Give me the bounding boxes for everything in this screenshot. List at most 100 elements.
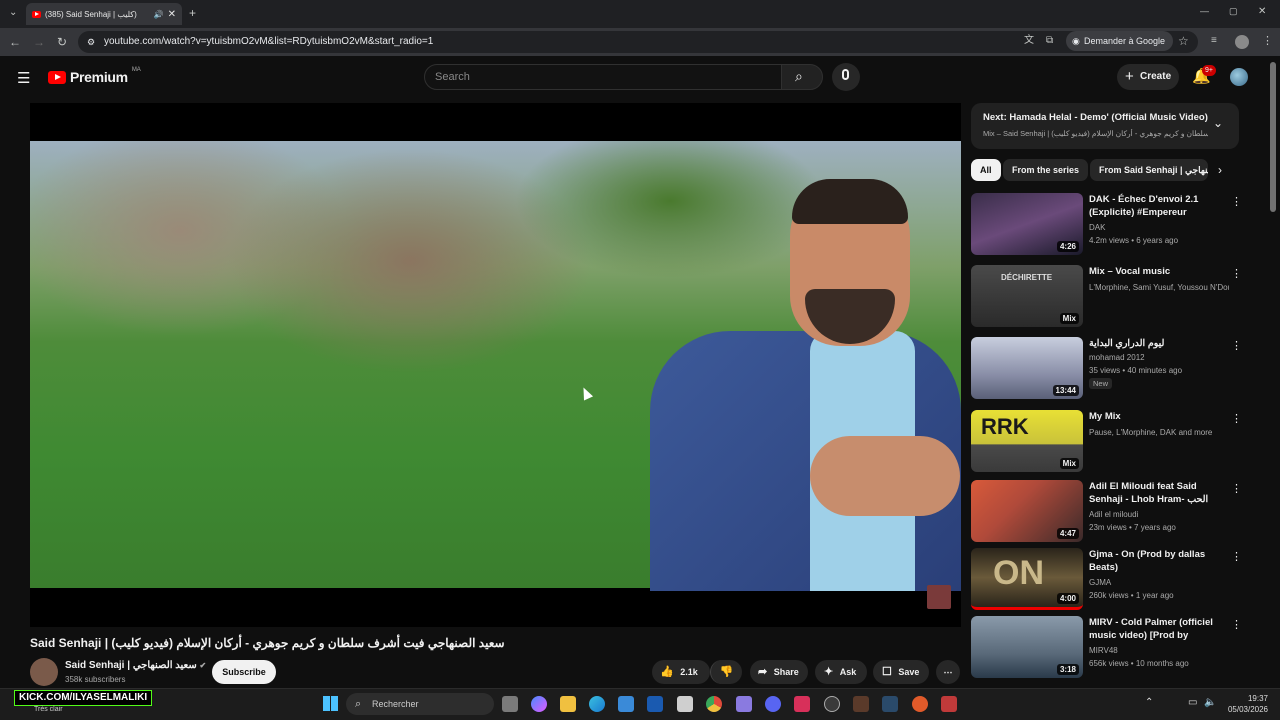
list-item[interactable]: 4:47 Adil El Miloudi feat Said Senhaji -… xyxy=(971,480,1242,542)
browser-menu-icon[interactable]: ⋮ xyxy=(1262,36,1273,47)
video-title[interactable]: Gjma - On (Prod by dallas Beats) xyxy=(1089,548,1227,574)
up-next-panel[interactable]: Next: Hamada Helal - Demo' (Official Mus… xyxy=(971,103,1239,149)
channel-name[interactable]: Adil el miloudi xyxy=(1089,510,1229,519)
obs-icon[interactable] xyxy=(824,696,840,712)
tab-active[interactable]: (385) Said Senhaji | كليب) 🔊 ✕ xyxy=(26,3,182,25)
list-item[interactable]: DÉCHIRETTE Mix Mix – Vocal music L'Morph… xyxy=(971,265,1242,327)
system-tray-chevron-icon[interactable]: ⌃ xyxy=(1145,697,1153,708)
reading-list-icon[interactable]: ≡ xyxy=(1211,36,1217,46)
forward-icon[interactable]: → xyxy=(33,36,45,48)
video-title[interactable]: Mix – Vocal music xyxy=(1089,265,1227,278)
chip-all[interactable]: All xyxy=(971,159,1001,181)
network-icon[interactable]: ▭ xyxy=(1188,697,1197,708)
list-item[interactable]: RRK Mix My Mix Pause, L'Morphine, DAK an… xyxy=(971,410,1242,472)
more-vertical-icon[interactable]: ⋮ xyxy=(1231,195,1242,208)
video-title[interactable]: DAK - Échec D'envoi 2.1 (Explicite) #Emp… xyxy=(1089,193,1227,219)
close-tab-icon[interactable]: ✕ xyxy=(168,9,176,20)
more-vertical-icon[interactable]: ⋮ xyxy=(1231,412,1242,425)
steam-icon[interactable] xyxy=(882,696,898,712)
chevron-right-icon[interactable]: › xyxy=(1218,163,1222,177)
translate-icon[interactable]: 文 xyxy=(1024,36,1034,46)
video-title[interactable]: My Mix xyxy=(1089,410,1227,423)
minimize-icon[interactable]: — xyxy=(1200,7,1209,16)
video-title[interactable]: ليوم الدراري البداية xyxy=(1089,337,1227,350)
app-icon[interactable] xyxy=(912,696,928,712)
app-icon[interactable] xyxy=(853,696,869,712)
more-actions-button[interactable]: ⋯ xyxy=(936,660,960,684)
app-icon[interactable] xyxy=(941,696,957,712)
video-thumbnail[interactable]: 13:44 xyxy=(971,337,1083,399)
taskbar-search[interactable]: ⌕ Rechercher xyxy=(346,693,494,715)
channel-name[interactable]: mohamad 2012 xyxy=(1089,353,1229,362)
back-icon[interactable]: ← xyxy=(9,36,21,48)
page-scrollbar[interactable] xyxy=(1270,62,1276,212)
more-vertical-icon[interactable]: ⋮ xyxy=(1231,339,1242,352)
video-title[interactable]: MIRV - Cold Palmer (officiel music video… xyxy=(1089,616,1227,642)
search-button[interactable]: ⌕ xyxy=(781,64,823,90)
video-thumbnail[interactable]: 4:26 xyxy=(971,193,1083,255)
audio-icon[interactable]: 🔊 xyxy=(154,10,164,19)
channel-name[interactable]: DAK xyxy=(1089,223,1229,232)
video-thumbnail[interactable]: 4:47 xyxy=(971,480,1083,542)
video-thumbnail[interactable]: DÉCHIRETTE Mix xyxy=(971,265,1083,327)
app-icon[interactable] xyxy=(794,696,810,712)
video-title[interactable]: Adil El Miloudi feat Said Senhaji - Lhob… xyxy=(1089,480,1227,506)
store-icon[interactable] xyxy=(618,696,634,712)
create-button[interactable]: + Create xyxy=(1117,64,1179,90)
file-explorer-icon[interactable] xyxy=(560,696,576,712)
site-info-icon[interactable]: ⚙ xyxy=(87,31,95,53)
more-vertical-icon[interactable]: ⋮ xyxy=(1231,618,1242,631)
menu-icon[interactable]: ☰ xyxy=(17,69,30,87)
account-avatar[interactable] xyxy=(1230,68,1248,86)
channel-name[interactable]: MIRV48 xyxy=(1089,646,1229,655)
channel-watermark[interactable] xyxy=(927,585,951,609)
new-tab-icon[interactable]: + xyxy=(189,7,196,19)
more-vertical-icon[interactable]: ⋮ xyxy=(1231,550,1242,563)
ask-google-button[interactable]: ◉ Demander à Google xyxy=(1066,31,1174,51)
list-item[interactable]: 3:18 MIRV - Cold Palmer (officiel music … xyxy=(971,616,1242,678)
discord-icon[interactable] xyxy=(765,696,781,712)
reload-icon[interactable]: ↻ xyxy=(57,36,67,48)
channel-name[interactable]: Said Senhaji | سعيد الصنهاجي ✔ xyxy=(65,660,206,671)
volume-icon[interactable]: 🔈 xyxy=(1204,697,1216,708)
channel-name[interactable]: GJMA xyxy=(1089,578,1229,587)
gamepad-icon[interactable] xyxy=(736,696,752,712)
install-icon[interactable]: ⧉ xyxy=(1046,36,1053,46)
maximize-icon[interactable]: ▢ xyxy=(1229,7,1238,16)
video-thumbnail[interactable]: RRK Mix xyxy=(971,410,1083,472)
video-player[interactable] xyxy=(30,103,961,627)
like-button[interactable]: 👍 2.1k xyxy=(652,660,710,684)
more-vertical-icon[interactable]: ⋮ xyxy=(1231,267,1242,280)
list-item[interactable]: 13:44 ليوم الدراري البداية mohamad 2012 … xyxy=(971,337,1242,399)
ask-button[interactable]: ✦ Ask xyxy=(815,660,867,684)
video-thumbnail[interactable]: 3:18 xyxy=(971,616,1083,678)
save-button[interactable]: ☐ Save xyxy=(873,660,929,684)
search-input[interactable]: Search xyxy=(424,64,782,90)
list-item[interactable]: ON 4:00 Gjma - On (Prod by dallas Beats)… xyxy=(971,548,1242,610)
edge-icon[interactable] xyxy=(589,696,605,712)
windows-start-icon[interactable] xyxy=(323,696,338,711)
task-view-icon[interactable] xyxy=(502,696,518,712)
taskbar-clock[interactable]: 19:37 05/03/2026 xyxy=(1222,693,1268,715)
video-thumbnail[interactable]: ON 4:00 xyxy=(971,548,1083,610)
notifications-button[interactable]: 🔔 9+ xyxy=(1192,65,1216,87)
bookmark-star-icon[interactable]: ☆ xyxy=(1178,35,1189,47)
chip-from-series[interactable]: From the series xyxy=(1003,159,1089,181)
dislike-button[interactable]: 👎 xyxy=(710,660,742,684)
share-button[interactable]: ➦ Share xyxy=(750,660,808,684)
tab-list-icon[interactable]: ⌄ xyxy=(9,8,17,18)
app-icon[interactable] xyxy=(677,696,693,712)
voice-search-button[interactable] xyxy=(832,63,860,91)
list-item[interactable]: 4:26 DAK - Échec D'envoi 2.1 (Explicite)… xyxy=(971,193,1242,255)
youtube-logo[interactable]: Premium MA xyxy=(48,67,141,86)
copilot-icon[interactable] xyxy=(531,696,547,712)
chevron-down-icon[interactable]: ⌄ xyxy=(1213,116,1223,130)
subscribe-button[interactable]: Subscribe xyxy=(212,660,276,684)
channel-avatar[interactable] xyxy=(30,658,58,686)
chrome-icon[interactable] xyxy=(706,696,722,712)
chip-from-channel[interactable]: From Said Senhaji | الصنهاجي xyxy=(1090,159,1208,181)
profile-icon[interactable] xyxy=(1235,35,1249,49)
more-vertical-icon[interactable]: ⋮ xyxy=(1231,482,1242,495)
close-window-icon[interactable]: ✕ xyxy=(1258,7,1266,17)
outlook-icon[interactable] xyxy=(647,696,663,712)
